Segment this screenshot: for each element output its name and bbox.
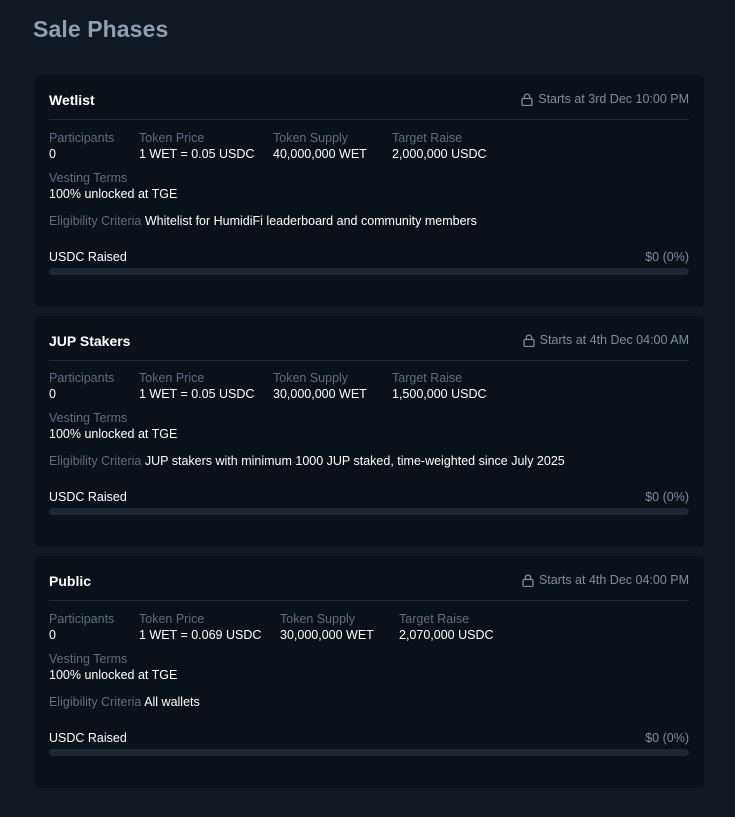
start-time: Starts at 4th Dec 04:00 PM (522, 573, 689, 587)
raise-progress-bar (49, 268, 689, 275)
target-raise-label: Target Raise (392, 131, 463, 145)
participants-stat: Participants 0 (49, 131, 114, 163)
phase-name: Public (49, 573, 92, 589)
vesting-stat: Vesting Terms 100% unlocked at TGE (49, 652, 177, 684)
token-supply-stat: Token Supply 30,000,000 WET (280, 612, 374, 644)
phase-name: JUP Stakers (49, 333, 131, 349)
page-title: Sale Phases (33, 16, 169, 42)
target-raise-stat: Target Raise 2,070,000 USDC (399, 612, 494, 644)
phase-card-header: Wetlist Starts at 3rd Dec 10:00 PM (49, 75, 689, 120)
phase-card-header: Public Starts at 4th Dec 04:00 PM (49, 556, 689, 601)
start-time-text: Starts at 4th Dec 04:00 PM (538, 573, 689, 587)
target-raise-stat: Target Raise 1,500,000 USDC (392, 371, 487, 403)
vesting-stat: Vesting Terms 100% unlocked at TGE (49, 411, 177, 443)
token-price-value: 1 WET = 0.05 USDC (139, 387, 255, 401)
raise-progress-bar (49, 749, 689, 756)
participants-label: Participants (49, 612, 115, 626)
phase-card-wetlist: Wetlist Starts at 3rd Dec 10:00 PM Parti… (34, 75, 704, 307)
eligibility-criteria: Eligibility Criteria All wallets (49, 695, 200, 709)
eligibility-value: All wallets (144, 695, 200, 709)
lock-icon (522, 574, 534, 587)
eligibility-criteria: Eligibility Criteria Whitelist for Humid… (49, 214, 477, 228)
vesting-value: 100% unlocked at TGE (49, 427, 178, 441)
eligibility-label: Eligibility Criteria (49, 454, 142, 468)
token-price-label: Token Price (139, 612, 205, 626)
participants-label: Participants (49, 371, 115, 385)
eligibility-label: Eligibility Criteria (49, 214, 142, 228)
start-time: Starts at 4th Dec 04:00 AM (522, 333, 689, 347)
participants-value: 0 (49, 628, 56, 642)
token-price-label: Token Price (139, 371, 205, 385)
token-supply-stat: Token Supply 40,000,000 WET (273, 131, 367, 163)
eligibility-value: Whitelist for HumidiFi leaderboard and c… (144, 214, 477, 228)
start-time: Starts at 3rd Dec 10:00 PM (521, 92, 689, 106)
usdc-raised-value: $0 (0%) (645, 490, 689, 504)
vesting-stat: Vesting Terms 100% unlocked at TGE (49, 171, 177, 203)
participants-stat: Participants 0 (49, 612, 114, 644)
token-supply-value: 40,000,000 WET (273, 147, 367, 161)
lock-icon (521, 93, 533, 106)
phase-card-public: Public Starts at 4th Dec 04:00 PM Partic… (34, 556, 704, 788)
eligibility-value: JUP stakers with minimum 1000 JUP staked… (144, 454, 565, 468)
vesting-label: Vesting Terms (49, 652, 128, 666)
sale-phases-page: Sale Phases Wetlist Starts at 3rd Dec 10… (0, 0, 735, 817)
token-supply-label: Token Supply (273, 131, 349, 145)
phase-card-jup-stakers: JUP Stakers Starts at 4th Dec 04:00 AM P… (34, 316, 704, 547)
usdc-raised-label: USDC Raised (49, 490, 127, 504)
vesting-label: Vesting Terms (49, 171, 128, 185)
usdc-raised-label: USDC Raised (49, 731, 127, 745)
start-time-text: Starts at 3rd Dec 10:00 PM (538, 92, 689, 106)
token-price-stat: Token Price 1 WET = 0.05 USDC (139, 371, 254, 403)
token-price-stat: Token Price 1 WET = 0.069 USDC (139, 612, 261, 644)
usdc-raised-label: USDC Raised (49, 250, 127, 264)
token-price-value: 1 WET = 0.069 USDC (139, 628, 262, 642)
participants-stat: Participants 0 (49, 371, 114, 403)
start-time-text: Starts at 4th Dec 04:00 AM (539, 333, 689, 347)
raise-progress-bar (49, 508, 689, 515)
usdc-raised-value: $0 (0%) (645, 731, 689, 745)
token-supply-label: Token Supply (280, 612, 356, 626)
participants-value: 0 (49, 147, 56, 161)
phase-card-header: JUP Stakers Starts at 4th Dec 04:00 AM (49, 316, 689, 361)
usdc-raised-value: $0 (0%) (645, 250, 689, 264)
lock-icon (522, 334, 535, 347)
token-supply-label: Token Supply (273, 371, 349, 385)
participants-value: 0 (49, 387, 56, 401)
token-supply-stat: Token Supply 30,000,000 WET (273, 371, 367, 403)
vesting-value: 100% unlocked at TGE (49, 187, 178, 201)
target-raise-value: 1,500,000 USDC (392, 387, 487, 401)
token-price-label: Token Price (139, 131, 205, 145)
vesting-value: 100% unlocked at TGE (49, 668, 178, 682)
target-raise-stat: Target Raise 2,000,000 USDC (392, 131, 487, 163)
target-raise-label: Target Raise (399, 612, 470, 626)
token-supply-value: 30,000,000 WET (273, 387, 367, 401)
target-raise-label: Target Raise (392, 371, 463, 385)
participants-label: Participants (49, 131, 115, 145)
vesting-label: Vesting Terms (49, 411, 128, 425)
token-price-value: 1 WET = 0.05 USDC (139, 147, 255, 161)
target-raise-value: 2,070,000 USDC (399, 628, 494, 642)
token-supply-value: 30,000,000 WET (280, 628, 374, 642)
token-price-stat: Token Price 1 WET = 0.05 USDC (139, 131, 254, 163)
phase-name: Wetlist (49, 92, 95, 108)
eligibility-label: Eligibility Criteria (49, 695, 142, 709)
eligibility-criteria: Eligibility Criteria JUP stakers with mi… (49, 454, 565, 468)
target-raise-value: 2,000,000 USDC (392, 147, 487, 161)
